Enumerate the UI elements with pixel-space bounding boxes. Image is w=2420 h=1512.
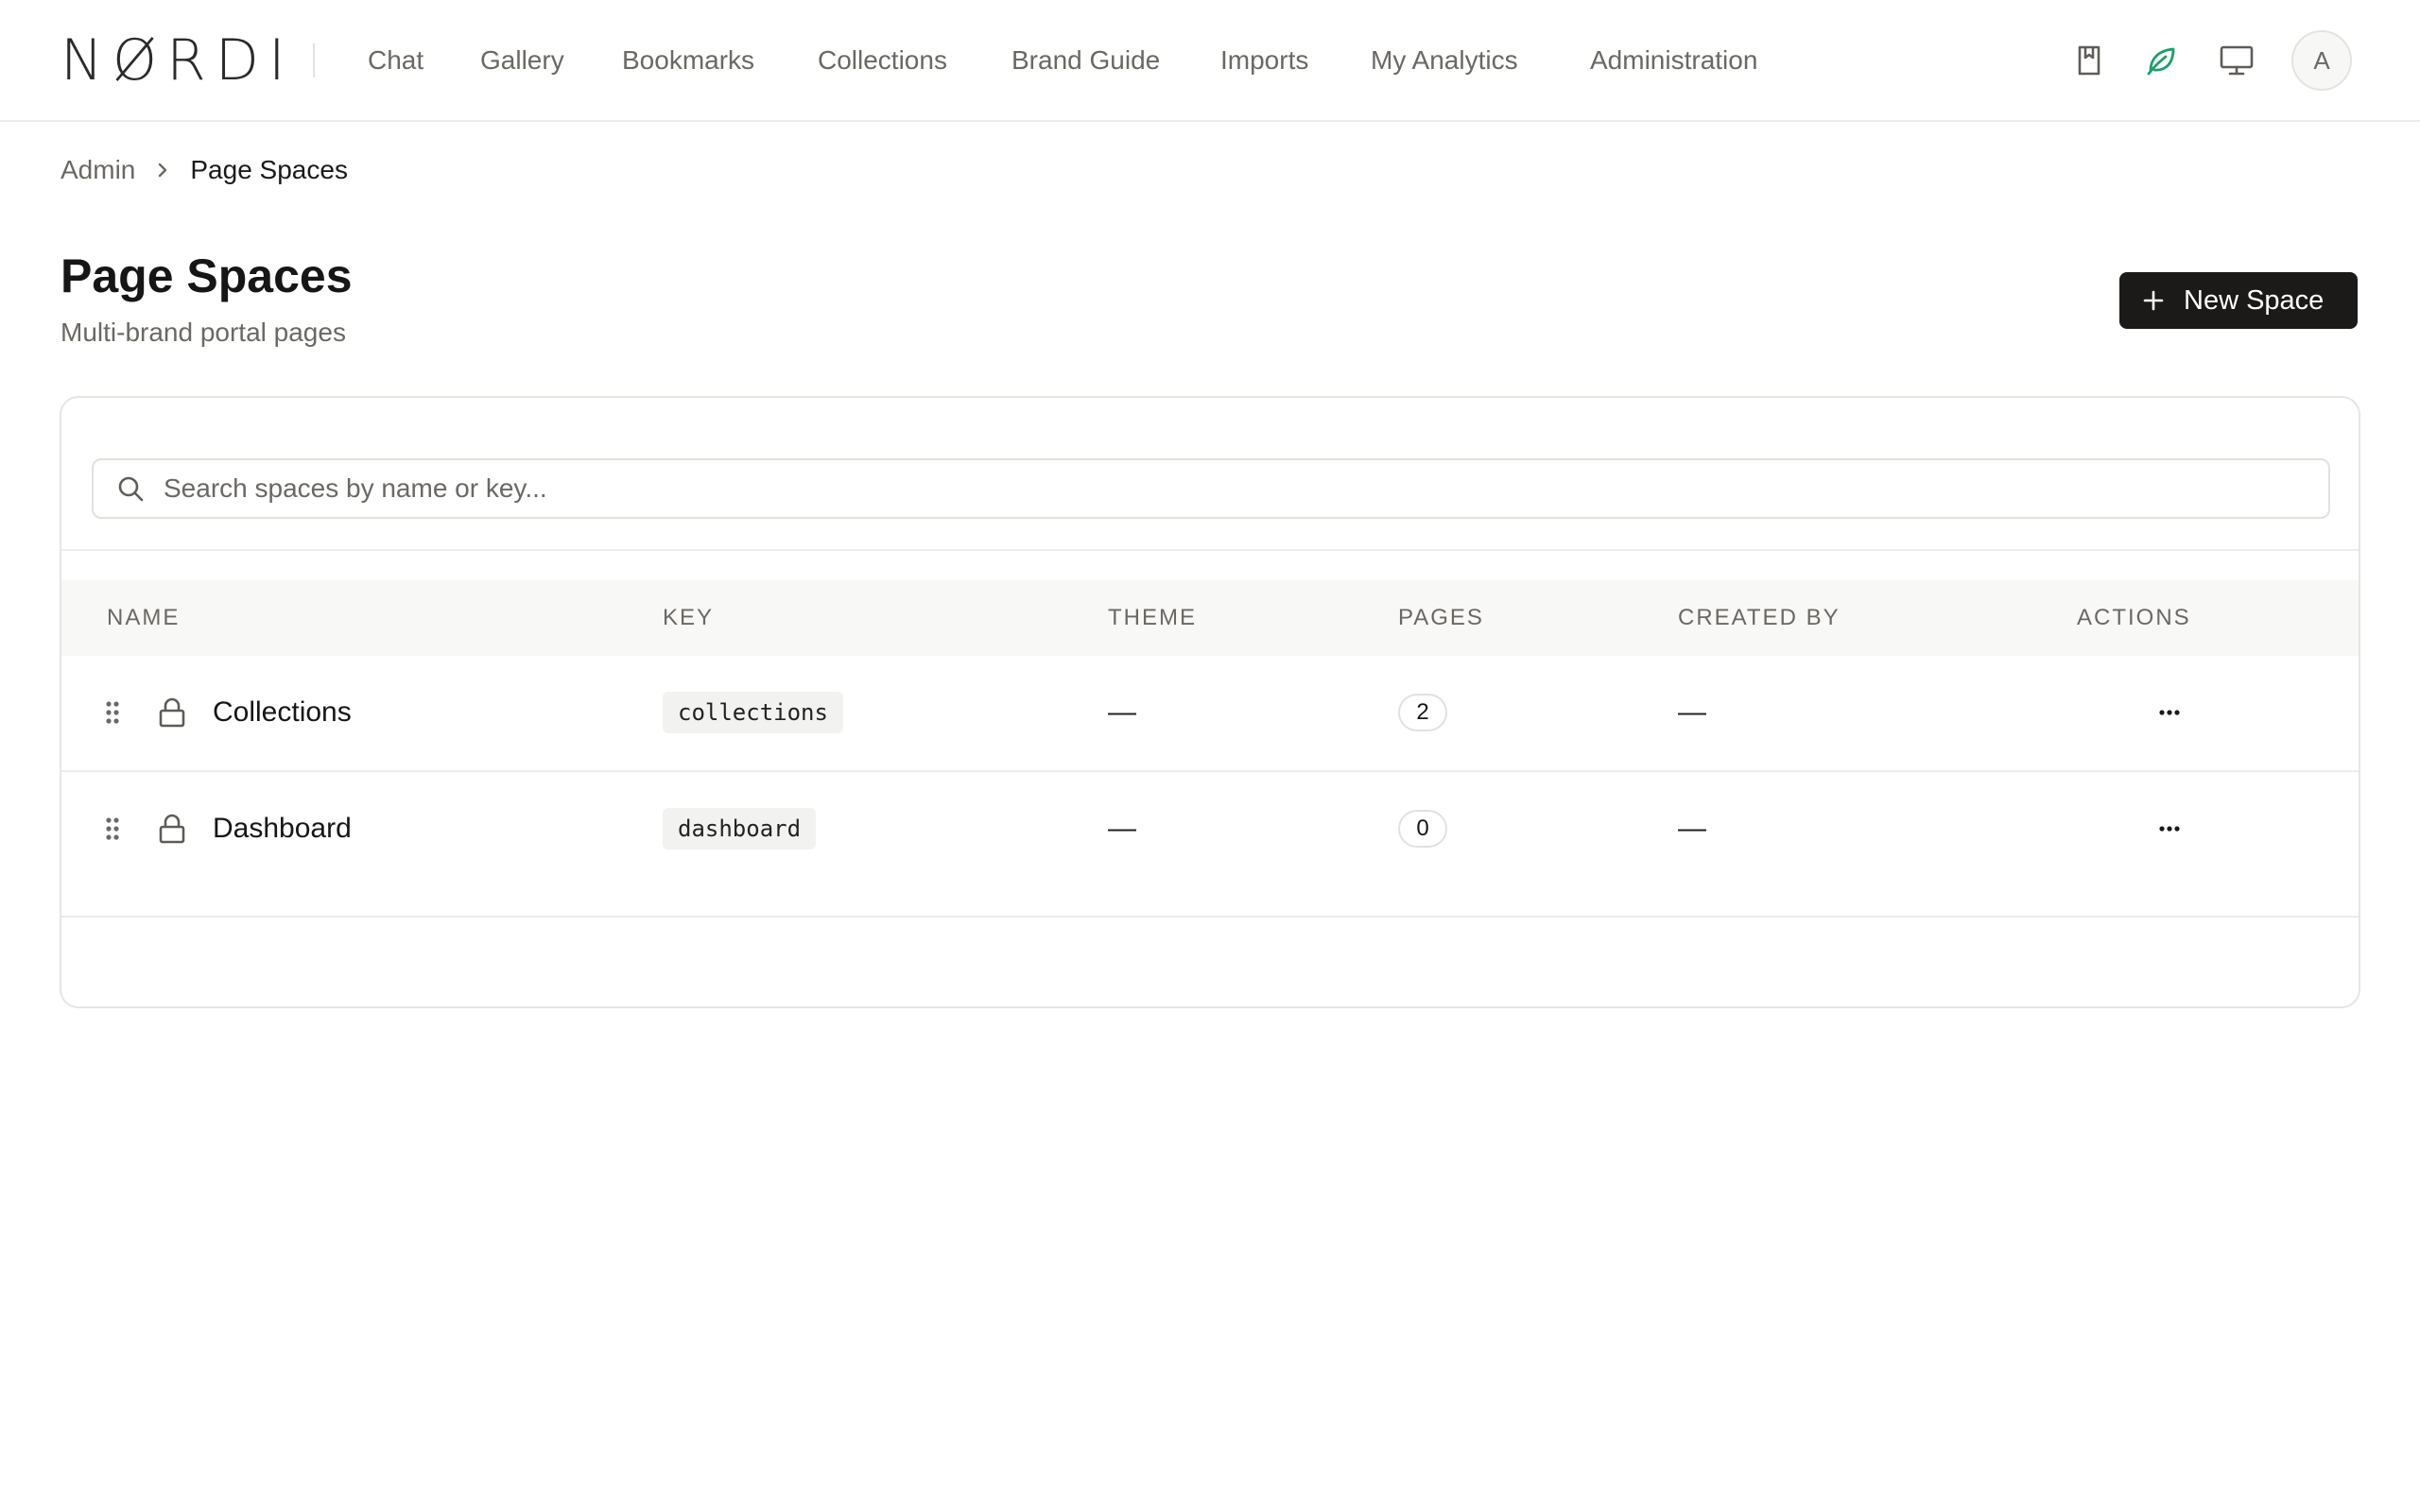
new-space-button[interactable]: New Space — [2119, 272, 2358, 329]
space-theme: — — [1108, 813, 1136, 844]
column-header-pages[interactable]: PAGES — [1398, 580, 1484, 656]
breadcrumb-admin-link[interactable]: Admin — [60, 155, 135, 185]
nav-item-my-analytics[interactable]: My Analytics — [1371, 42, 1518, 79]
top-navigation-bar: NØRDI Chat Gallery Bookmarks Collections… — [0, 0, 2420, 122]
new-space-label: New Space — [2184, 284, 2325, 316]
nav-item-administration[interactable]: Administration — [1590, 42, 1757, 79]
bookmark-icon[interactable] — [2066, 38, 2112, 83]
column-header-theme[interactable]: THEME — [1108, 580, 1197, 656]
drag-handle-icon[interactable] — [105, 656, 120, 769]
column-header-name[interactable]: NAME — [107, 580, 180, 656]
nav-item-bookmarks[interactable]: Bookmarks — [622, 42, 754, 79]
lock-icon — [158, 656, 186, 769]
space-created-by: — — [1678, 813, 1706, 844]
space-name[interactable]: Dashboard — [213, 772, 352, 885]
drag-handle-icon[interactable] — [105, 772, 120, 885]
more-actions-icon[interactable] — [2151, 656, 2188, 769]
more-actions-icon[interactable] — [2151, 772, 2188, 885]
breadcrumb: Admin Page Spaces — [60, 151, 348, 189]
table-row[interactable]: Collections collections — 2 — — [61, 656, 2359, 771]
space-key: dashboard — [663, 772, 817, 885]
spaces-card: NAME KEY THEME PAGES CREATED BY ACTIONS … — [60, 396, 2360, 1008]
search-box — [92, 458, 2330, 519]
leaf-icon[interactable] — [2138, 38, 2184, 83]
plus-icon — [2142, 289, 2165, 312]
monitor-icon[interactable] — [2214, 38, 2259, 83]
space-name[interactable]: Collections — [213, 656, 352, 769]
space-theme: — — [1108, 696, 1136, 728]
column-header-key[interactable]: KEY — [663, 580, 714, 656]
divider — [61, 916, 2359, 918]
nav-item-gallery[interactable]: Gallery — [480, 42, 564, 79]
column-header-actions: ACTIONS — [2077, 605, 2191, 630]
pages-count-badge: 0 — [1398, 810, 1447, 848]
nav-item-brand-guide[interactable]: Brand Guide — [1011, 42, 1160, 79]
table-row[interactable]: Dashboard dashboard — 0 — — [61, 770, 2359, 885]
nav-item-chat[interactable]: Chat — [368, 42, 424, 79]
table-header: NAME KEY THEME PAGES CREATED BY ACTIONS — [61, 580, 2359, 656]
page-title: Page Spaces — [60, 249, 353, 302]
page-subtitle: Multi-brand portal pages — [60, 318, 346, 347]
logo-divider — [313, 43, 315, 77]
column-header-created-by[interactable]: CREATED BY — [1678, 580, 1841, 656]
lock-icon — [158, 772, 186, 885]
nav-item-imports[interactable]: Imports — [1220, 42, 1308, 79]
nav-item-collections[interactable]: Collections — [818, 42, 947, 79]
space-key-text: dashboard — [663, 808, 817, 850]
divider — [61, 549, 2359, 551]
space-pages: 0 — [1398, 772, 1447, 885]
breadcrumb-current: Page Spaces — [190, 155, 348, 184]
chevron-right-icon — [156, 161, 169, 180]
space-created-by: — — [1678, 696, 1706, 728]
nordi-logo[interactable]: NØRDI — [60, 32, 295, 89]
space-key-text: collections — [663, 692, 843, 733]
space-pages: 2 — [1398, 656, 1447, 769]
space-key: collections — [663, 656, 843, 769]
search-icon — [116, 474, 145, 503]
user-avatar[interactable]: A — [2291, 30, 2352, 91]
pages-count-badge: 2 — [1398, 694, 1447, 731]
search-input[interactable] — [164, 462, 2243, 515]
